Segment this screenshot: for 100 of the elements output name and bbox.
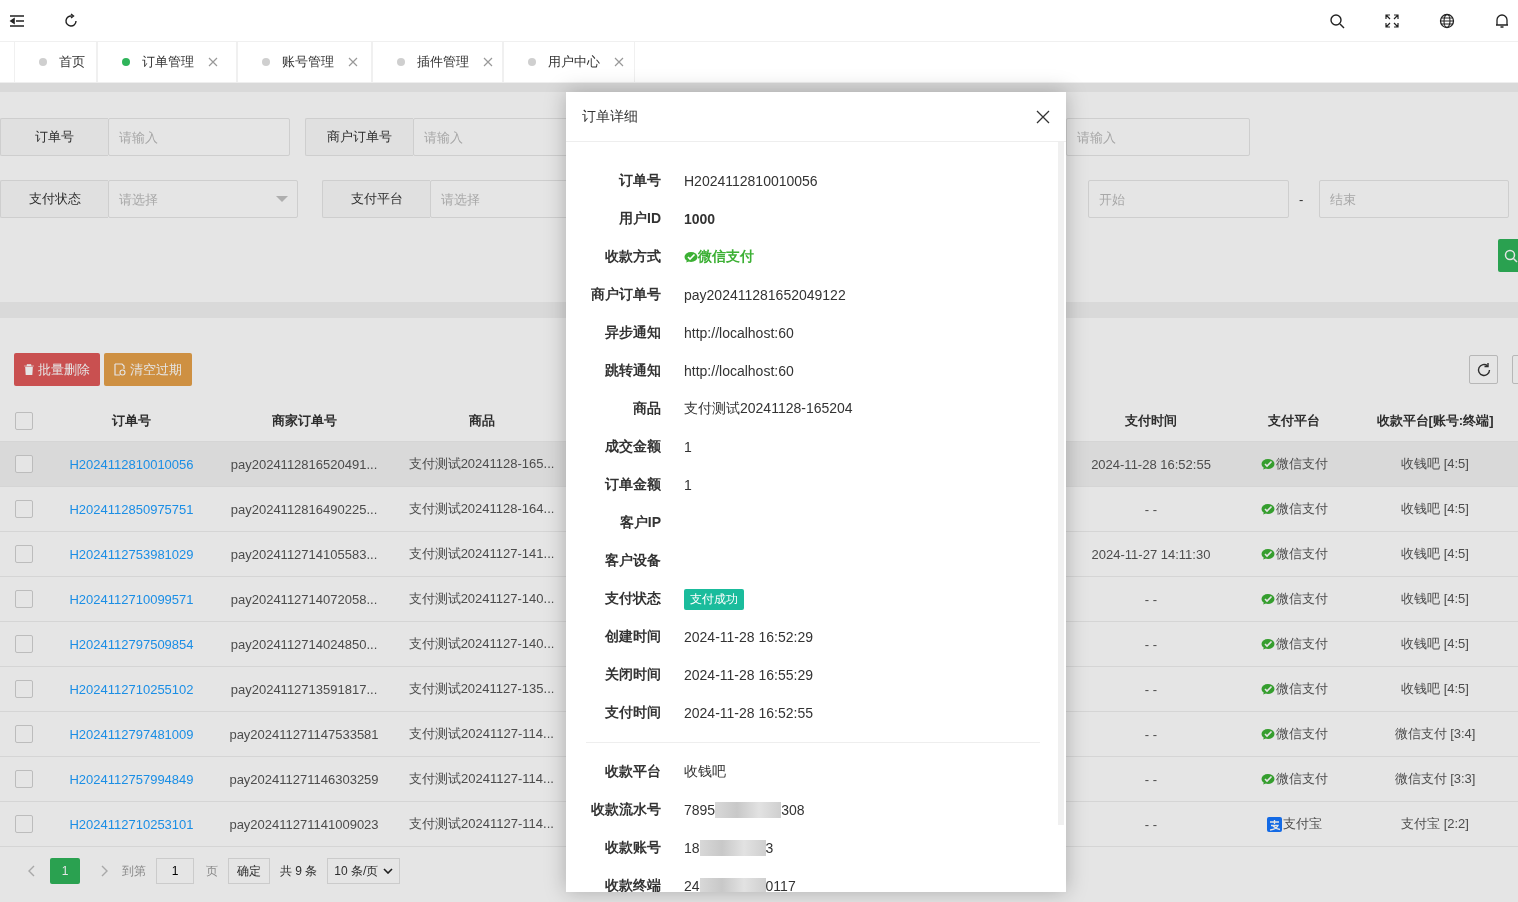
table-cell-text: 收钱吧 [4:5] — [1400, 545, 1470, 563]
table-cell: 微信支付 — [1260, 725, 1328, 743]
table-cell-text: - - — [1143, 591, 1159, 607]
table-cell: 微信支付 — [1260, 680, 1328, 698]
column-header: 订单号 — [111, 411, 152, 430]
table-cell-text: 支付测试20241127-140... — [407, 635, 556, 653]
detail-value: 7895 — [684, 802, 716, 818]
detail-label: 订单金额 — [603, 476, 661, 494]
detail-value: 收钱吧 — [684, 763, 726, 781]
detail-value: 2024-11-28 16:52:55 — [684, 705, 813, 721]
total-count: 共 9 条 — [280, 862, 318, 880]
detail-value: http://localhost:60 — [684, 363, 794, 379]
field-label: 商户订单号 — [305, 118, 413, 156]
table-cell-text: 收钱吧 [4:5] — [1400, 680, 1470, 698]
table-cell-text: 收钱吧 [4:5] — [1400, 455, 1470, 473]
detail-label: 客户IP — [618, 514, 661, 532]
table-cell-text: - - — [1143, 501, 1159, 517]
tab-label: 首页 — [59, 53, 85, 71]
table-cell-text: 支付测试20241128-165... — [407, 455, 556, 473]
detail-label: 收款方式 — [604, 248, 661, 266]
detail-label: 用户ID — [618, 210, 661, 228]
column-header: 商品 — [467, 411, 496, 430]
table-cell-text: 支付测试20241127-141... — [407, 545, 556, 563]
table-cell-text: pay2024112714024850... — [229, 636, 379, 652]
table-cell-text: 支付宝 [2:2] — [1400, 815, 1470, 833]
table-cell-text: pay2024112714072058... — [229, 591, 379, 607]
detail-label: 异步通知 — [604, 324, 661, 342]
table-cell: 微信支付 — [1260, 545, 1328, 563]
column-header: 支付平台 — [1267, 411, 1321, 430]
detail-label: 客户设备 — [604, 552, 661, 570]
detail-label: 支付时间 — [604, 704, 661, 722]
detail-value: http://localhost:60 — [684, 325, 794, 341]
detail-label: 成交金额 — [604, 438, 661, 456]
table-cell: 支付宝 — [1266, 815, 1322, 833]
table-cell-text: - - — [1143, 816, 1159, 832]
table-cell-text: 2024-11-27 14:11:30 — [1090, 546, 1212, 562]
detail-value: 支付测试20241128-165204 — [684, 400, 853, 418]
detail-label: 订单号 — [617, 172, 661, 190]
table-cell-text: pay2024112714105583... — [229, 546, 379, 562]
tab-label: 账号管理 — [282, 53, 334, 71]
detail-value: 1 — [684, 439, 692, 455]
detail-label: 跳转通知 — [604, 362, 661, 380]
detail-label: 商户订单号 — [590, 286, 661, 304]
table-cell-text: - - — [1143, 636, 1159, 652]
range-separator: - — [1299, 191, 1304, 207]
tab-label: 订单管理 — [142, 53, 194, 71]
table-cell: 微信支付 — [1260, 590, 1328, 608]
detail-label: 支付状态 — [604, 590, 661, 608]
detail-label: 关闭时间 — [604, 666, 661, 684]
table-cell-text: - - — [1143, 681, 1159, 697]
field-label: 订单号 — [0, 118, 108, 156]
table-cell-text: 支付测试20241127-114... — [408, 725, 555, 743]
table-cell: 微信支付 — [1260, 500, 1328, 518]
column-header: 支付时间 — [1124, 411, 1178, 430]
table-cell-text: pay2024112816520491... — [229, 456, 379, 472]
table-cell-text: pay202411271147533581 — [228, 726, 380, 742]
detail-label: 商品 — [632, 400, 661, 418]
table-cell-text: 支付测试20241127-135... — [407, 680, 556, 698]
table-cell-text: pay2024112816490225... — [229, 501, 379, 517]
table-cell-text: 收钱吧 [4:5] — [1400, 500, 1470, 518]
table-cell-text: 支付测试20241127-114... — [408, 815, 555, 833]
table-cell-text: 支付测试20241128-164... — [407, 500, 556, 518]
table-cell-text: pay202411271146303259 — [228, 771, 380, 787]
table-cell-text: 微信支付 [3:3] — [1393, 770, 1477, 788]
payment-method: 微信支付 — [684, 248, 754, 266]
detail-value: 2024-11-28 16:55:29 — [684, 667, 813, 683]
table-cell-text: - - — [1143, 771, 1159, 787]
table-cell: 微信支付 — [1260, 770, 1328, 788]
table-cell: 微信支付 — [1260, 455, 1328, 473]
goto-label: 到第 — [122, 862, 146, 880]
detail-label: 收款终端 — [604, 877, 661, 892]
detail-value: 1000 — [684, 211, 716, 227]
table-cell-text: 收钱吧 [4:5] — [1400, 635, 1470, 653]
detail-value: pay202411281652049122 — [684, 287, 846, 303]
status-tag: 支付成功 — [684, 588, 744, 610]
tab-label: 插件管理 — [417, 53, 469, 71]
column-header: 收款平台[账号:终端] — [1375, 411, 1495, 430]
detail-value: 2024-11-28 16:52:29 — [684, 629, 813, 645]
detail-value: 0117 — [765, 878, 796, 892]
table-cell-text: pay202411271141009023 — [228, 816, 380, 832]
page-suffix: 页 — [206, 862, 218, 880]
table-cell-text: - - — [1143, 726, 1159, 742]
table-cell-text: 微信支付 [3:4] — [1393, 725, 1477, 743]
detail-value: 308 — [781, 802, 805, 818]
table-cell: 微信支付 — [1260, 635, 1328, 653]
table-cell-text: 支付测试20241127-114... — [408, 770, 555, 788]
detail-value: 3 — [765, 840, 774, 856]
detail-label: 收款流水号 — [590, 801, 661, 819]
table-cell-text: pay2024112713591817... — [229, 681, 379, 697]
detail-value: 1 — [684, 477, 692, 493]
detail-label: 创建时间 — [604, 628, 661, 646]
table-cell-text: 收钱吧 [4:5] — [1400, 590, 1470, 608]
detail-value: 18 — [684, 840, 700, 856]
detail-label: 收款平台 — [604, 763, 661, 781]
detail-value: H2024112810010056 — [684, 173, 818, 189]
field-label: 支付状态 — [0, 180, 108, 218]
detail-value: 24 — [684, 878, 700, 892]
column-header: 商家订单号 — [270, 411, 338, 430]
detail-label: 收款账号 — [604, 839, 661, 857]
field-label: 支付平台 — [322, 180, 430, 218]
